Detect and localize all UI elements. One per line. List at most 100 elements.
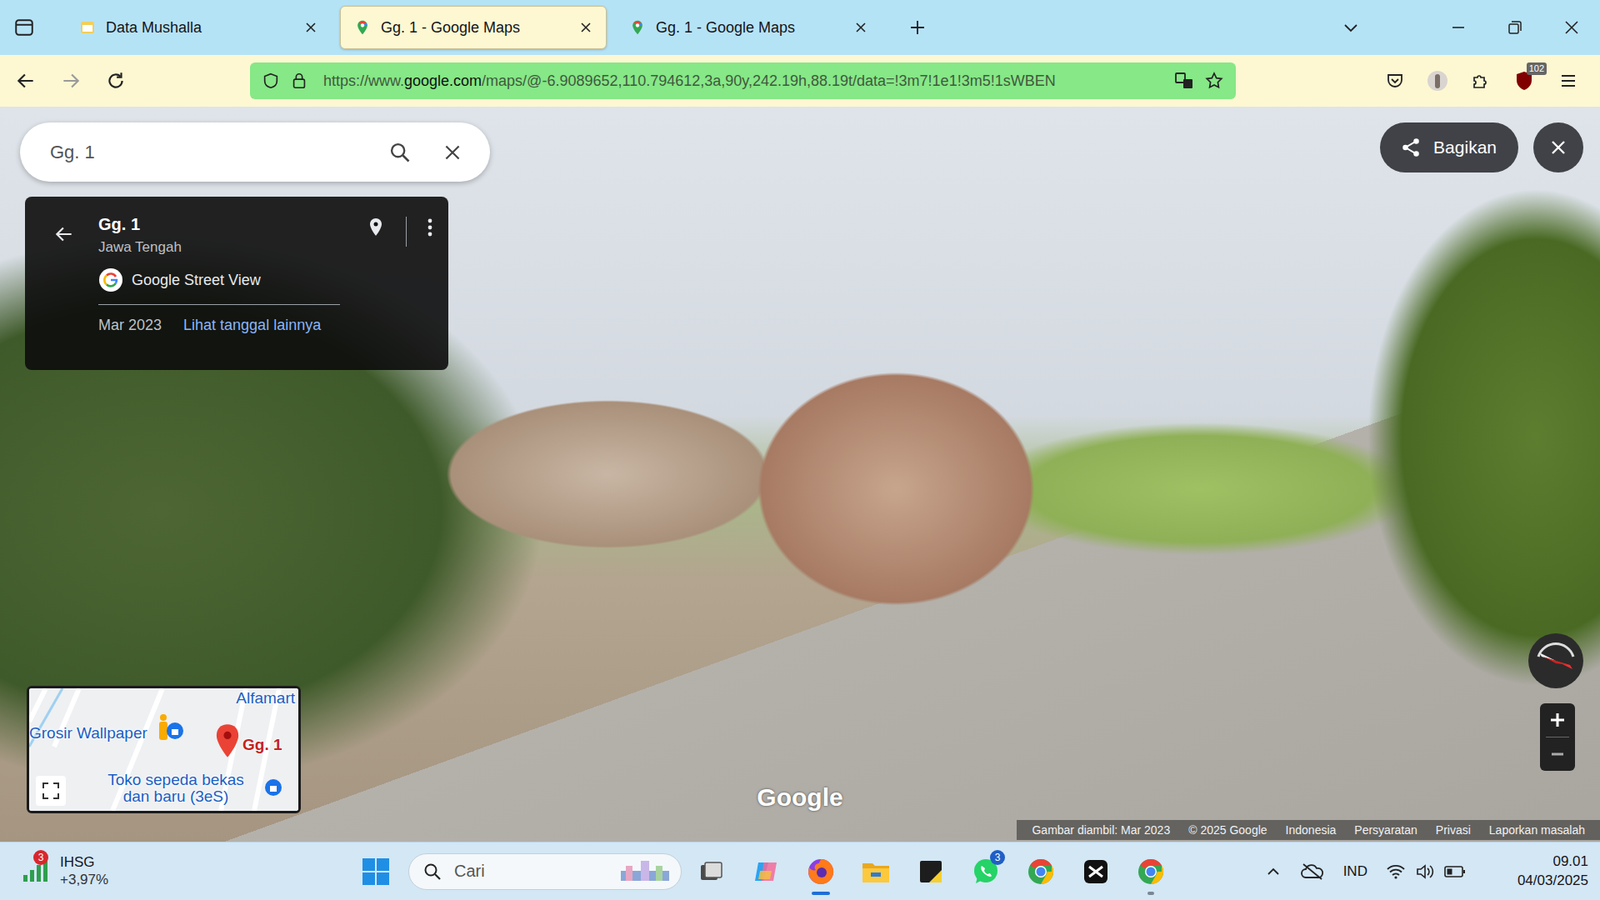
quick-settings[interactable] — [1385, 863, 1466, 880]
panel-controls — [365, 215, 434, 355]
taskbar-apps: 3 — [683, 846, 1179, 897]
volume-icon — [1415, 863, 1435, 880]
tab-label: Data Mushalla — [105, 19, 295, 37]
zoom-out-icon[interactable] — [1540, 737, 1575, 771]
source-label: Google Street View — [131, 271, 261, 290]
profile-avatar-icon[interactable] — [1426, 70, 1449, 92]
caret-up-icon[interactable] — [1265, 863, 1282, 880]
chevron-down-icon[interactable] — [1341, 18, 1360, 37]
attribution-item[interactable]: © 2025 Google — [1188, 823, 1267, 837]
search-placeholder: Cari — [454, 861, 606, 881]
close-street-view-button[interactable] — [1533, 122, 1584, 173]
clock-time: 09.01 — [1552, 852, 1589, 871]
forward-arrow-icon[interactable] — [60, 70, 82, 92]
shield-icon[interactable] — [261, 71, 280, 90]
tab-list-icon[interactable] — [13, 16, 35, 39]
attribution-bar: Gambar diambil: Mar 2023 © 2025 Google Ind… — [1016, 820, 1600, 840]
start-button[interactable] — [352, 848, 400, 895]
extension-badge: 102 — [1526, 62, 1547, 75]
close-tab-icon[interactable] — [579, 20, 593, 35]
screen: Data Mushalla Gg. 1 - Google Maps Gg. 1 - … — [0, 0, 1600, 900]
taskbar-app[interactable] — [1123, 846, 1179, 897]
sheet-favicon-icon — [79, 19, 96, 36]
window-controls — [1341, 18, 1600, 37]
taskbar-app[interactable] — [848, 846, 904, 897]
bookmark-star-icon[interactable] — [1204, 70, 1225, 91]
running-indicator — [811, 891, 830, 895]
reload-icon[interactable] — [105, 70, 127, 92]
chrome-icon — [1026, 857, 1055, 886]
google-logo-icon — [98, 267, 124, 293]
attribution-item[interactable]: Indonesia — [1285, 823, 1337, 837]
taskbar-app[interactable] — [1013, 846, 1069, 897]
close-tab-icon[interactable] — [854, 20, 868, 35]
onedrive-cloud-icon[interactable] — [1300, 861, 1325, 882]
other-dates-link[interactable]: Lihat tanggal lainnya — [183, 316, 321, 335]
close-window-icon[interactable] — [1563, 19, 1580, 36]
search-value[interactable]: Gg. 1 — [50, 141, 359, 164]
taskbar-search[interactable]: Cari — [408, 853, 682, 890]
ublock-extension[interactable]: 102 — [1511, 69, 1537, 93]
taskbar-app[interactable] — [683, 846, 739, 897]
input-language[interactable]: IND — [1343, 863, 1368, 880]
back-arrow-icon[interactable] — [53, 223, 75, 245]
attribution-item[interactable]: Privasi — [1435, 823, 1471, 837]
zoom-in-icon[interactable] — [1540, 703, 1575, 737]
expand-map-button[interactable] — [35, 775, 66, 806]
menu-icon[interactable] — [1558, 70, 1579, 91]
browser-tab[interactable]: Gg. 1 - Google Maps — [615, 5, 882, 50]
attribution-item[interactable]: Persyaratan — [1354, 823, 1417, 837]
search-icon[interactable] — [388, 140, 412, 165]
maps-search-box[interactable]: Gg. 1 — [20, 122, 490, 182]
wifi-icon — [1385, 863, 1406, 880]
pocket-icon[interactable] — [1385, 70, 1405, 91]
search-icon — [422, 861, 443, 882]
browser-tab[interactable]: Gg. 1 - Google Maps — [340, 5, 607, 50]
copilot-icon — [751, 857, 780, 886]
taskbar-app[interactable] — [1068, 846, 1124, 897]
lock-icon[interactable] — [290, 71, 309, 90]
attribution-item[interactable]: Laporkan masalah — [1489, 823, 1585, 837]
maps-favicon-icon — [629, 19, 646, 36]
tab-bar: Data Mushalla Gg. 1 - Google Maps Gg. 1 - … — [0, 0, 1600, 55]
task-view-icon — [697, 858, 725, 885]
clear-search-icon[interactable] — [441, 141, 464, 164]
share-icon — [1400, 136, 1422, 159]
browser-tab[interactable]: Data Mushalla — [65, 5, 332, 50]
url-bar[interactable]: https://www.google.com/maps/@-6.9089652,… — [250, 62, 1236, 100]
close-tab-icon[interactable] — [304, 20, 318, 35]
close-icon — [1549, 138, 1568, 157]
restore-icon[interactable] — [1506, 19, 1524, 36]
translate-icon[interactable] — [1174, 70, 1195, 91]
minimize-icon[interactable] — [1450, 19, 1467, 36]
taskbar-app[interactable] — [903, 846, 959, 897]
url-text[interactable]: https://www.google.com/maps/@-6.9089652,… — [323, 72, 1165, 90]
tab-label: Gg. 1 - Google Maps — [380, 19, 570, 37]
battery-icon — [1444, 865, 1466, 879]
taskbar-app[interactable] — [793, 846, 849, 897]
shop-marker-icon — [165, 721, 185, 740]
running-indicator — [1147, 891, 1155, 895]
map-label[interactable]: Alfamart — [235, 690, 295, 707]
map-label[interactable]: Gg. 1 — [242, 736, 283, 754]
taskbar-app[interactable] — [738, 846, 794, 897]
compass[interactable] — [1526, 631, 1585, 690]
taskbar-app[interactable]: 3 — [958, 846, 1014, 897]
widget-text: IHSG+3,97% — [60, 854, 109, 889]
attribution-item[interactable]: Gambar diambil: Mar 2023 — [1031, 823, 1170, 837]
map-label[interactable]: Grosir Wallpaper — [29, 725, 148, 742]
extensions-puzzle-icon[interactable] — [1470, 70, 1490, 91]
place-region: Jawa Tengah — [98, 239, 366, 256]
mini-map[interactable]: Alfamart Grosir Wallpaper Gg. 1 Toko sepeda… — [26, 685, 301, 814]
map-label[interactable]: Toko sepeda bekas dan baru (3eS) — [100, 771, 251, 805]
pin-icon[interactable] — [365, 216, 386, 239]
street-view: Gg. 1Gg. 1Jawa TengahGoogle Street ViewM… — [0, 106, 1600, 842]
new-tab-plus-icon[interactable] — [908, 18, 927, 37]
widget-name: IHSG — [60, 854, 109, 871]
more-dots-icon[interactable] — [426, 216, 434, 239]
back-arrow-icon[interactable] — [15, 70, 37, 92]
clock[interactable]: 09.0104/03/2025 — [1517, 852, 1589, 890]
share-button[interactable]: Bagikan — [1380, 122, 1519, 173]
stock-widget[interactable]: 3IHSG+3,97% — [0, 854, 350, 889]
app-badge: 3 — [990, 850, 1005, 865]
